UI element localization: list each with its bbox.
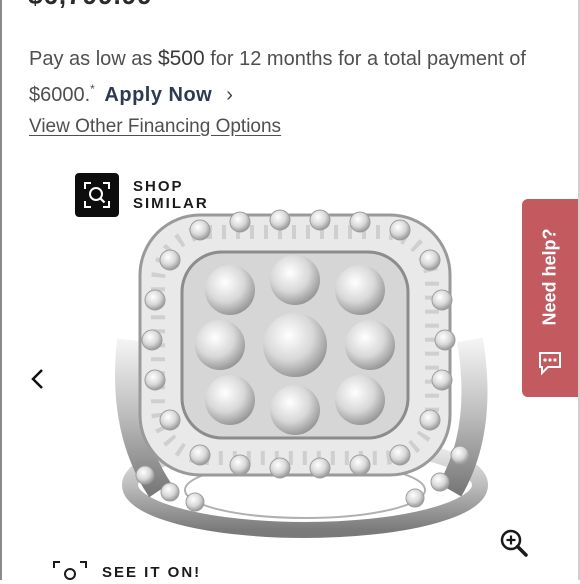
product-image[interactable] bbox=[100, 200, 500, 540]
chat-bubble-icon bbox=[534, 347, 566, 384]
monthly-amount: $500 bbox=[157, 47, 205, 70]
need-help-tab[interactable]: Need help? bbox=[522, 199, 578, 397]
need-help-label: Need help? bbox=[539, 228, 560, 326]
left-border bbox=[0, 0, 2, 580]
financing-total: $6000. bbox=[29, 84, 91, 106]
chevron-left-icon bbox=[31, 369, 43, 389]
see-it-on-label: SEE IT ON! bbox=[102, 563, 202, 581]
previous-image-arrow[interactable] bbox=[28, 364, 48, 394]
see-it-on-button[interactable]: SEE IT ON! bbox=[52, 560, 201, 584]
ar-viewfinder-icon bbox=[53, 561, 87, 580]
apply-now-label: Apply Now bbox=[104, 84, 213, 106]
view-other-financing-link[interactable]: View Other Financing Options bbox=[29, 116, 281, 138]
financing-middle: for 12 months for a total payment of bbox=[210, 48, 526, 70]
product-price: $6,799.99 bbox=[28, 0, 153, 11]
footnote-mark: * bbox=[90, 82, 95, 96]
financing-offer: Pay as low as $500 for 12 months for a t… bbox=[29, 44, 549, 110]
chevron-right-icon: › bbox=[226, 84, 234, 106]
financing-prefix: Pay as low as bbox=[29, 48, 153, 70]
apply-now-link[interactable]: Apply Now › bbox=[104, 84, 233, 106]
zoom-in-icon[interactable] bbox=[499, 528, 529, 563]
